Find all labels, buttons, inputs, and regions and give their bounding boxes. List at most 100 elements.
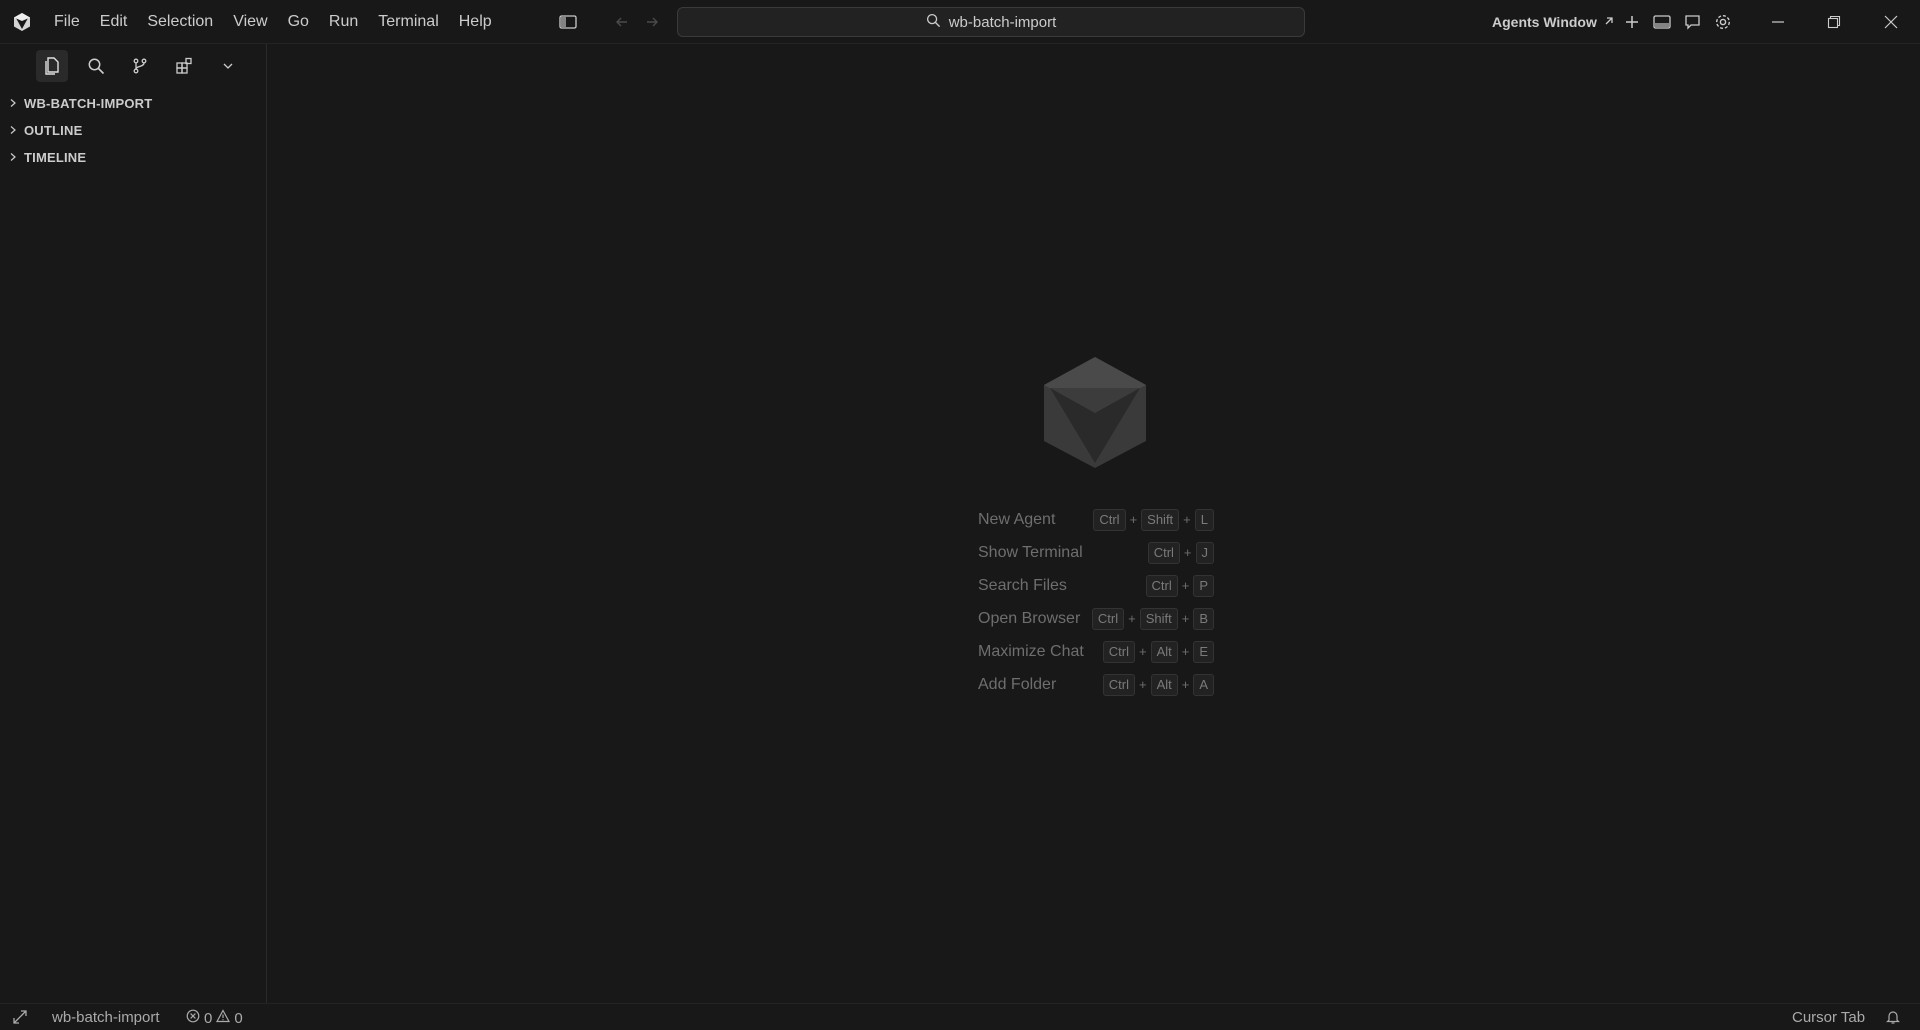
plus-sign: +	[1183, 545, 1192, 560]
restore-icon[interactable]	[1824, 12, 1844, 32]
key: J	[1195, 541, 1214, 564]
status-cursor-tab[interactable]: Cursor Tab	[1792, 1009, 1865, 1026]
section-workspace[interactable]: WB-BATCH-IMPORT	[0, 90, 267, 117]
activity-bar	[0, 44, 267, 88]
title-bar: File Edit Selection View Go Run Terminal…	[0, 0, 1920, 44]
shortcut-list: New Agent Ctrl + Shift + L Show Terminal…	[978, 503, 1214, 701]
back-arrow-icon[interactable]	[612, 12, 632, 32]
source-control-icon[interactable]	[124, 50, 156, 82]
key: Ctrl	[1102, 640, 1135, 663]
section-outline[interactable]: OUTLINE	[0, 117, 267, 144]
sidebar: WB-BATCH-IMPORT OUTLINE TIMELINE	[0, 44, 267, 1003]
key: Ctrl	[1145, 574, 1178, 597]
shortcut-label: New Agent	[978, 510, 1056, 528]
menu-go[interactable]: Go	[278, 0, 319, 44]
key: P	[1193, 574, 1214, 597]
shortcut-keys: Ctrl + Alt + E	[1102, 640, 1214, 663]
key: Ctrl	[1093, 508, 1126, 531]
settings-icon[interactable]	[1713, 12, 1733, 32]
chat-icon[interactable]	[1682, 12, 1702, 32]
shortcut-show-terminal[interactable]: Show Terminal Ctrl + J	[978, 536, 1214, 569]
plus-sign: +	[1183, 512, 1191, 527]
toggle-sidebar-icon[interactable]	[558, 12, 578, 32]
error-count: 0	[204, 1009, 213, 1027]
remote-icon[interactable]	[12, 1009, 28, 1025]
plus-sign: +	[1138, 644, 1147, 659]
key: Alt	[1150, 640, 1178, 663]
search-text: wb-batch-import	[948, 13, 1057, 31]
minimize-icon[interactable]	[1768, 12, 1788, 32]
plus-icon[interactable]	[1622, 12, 1642, 32]
menu-view[interactable]: View	[223, 0, 277, 44]
shortcut-maximize-chat[interactable]: Maximize Chat Ctrl + Alt + E	[978, 635, 1214, 668]
plus-sign: +	[1138, 677, 1147, 692]
plus-sign: +	[1181, 611, 1190, 626]
key: B	[1193, 607, 1214, 630]
shortcut-label: Maximize Chat	[978, 642, 1084, 660]
chevron-right-icon	[8, 123, 18, 138]
section-label: TIMELINE	[24, 150, 87, 165]
section-label: WB-BATCH-IMPORT	[24, 96, 153, 111]
shortcut-label: Search Files	[978, 576, 1067, 594]
plus-sign: +	[1181, 578, 1190, 593]
menu-help[interactable]: Help	[449, 0, 502, 44]
shortcut-label: Add Folder	[978, 675, 1057, 693]
agents-window-button[interactable]: Agents Window	[1492, 0, 1615, 44]
shortcut-keys: Ctrl + Alt + A	[1102, 673, 1214, 696]
cursor-watermark-logo-icon	[1040, 355, 1150, 470]
chevron-down-icon[interactable]	[212, 50, 244, 82]
key: E	[1193, 640, 1214, 663]
status-workspace[interactable]: wb-batch-import	[52, 1009, 160, 1026]
status-bar: wb-batch-import 0 0 Cursor Tab	[0, 1003, 1920, 1030]
section-label: OUTLINE	[24, 123, 83, 138]
shortcut-keys: Ctrl + P	[1145, 574, 1214, 597]
key: A	[1193, 673, 1214, 696]
command-center-search[interactable]: wb-batch-import	[677, 7, 1305, 37]
search-icon	[926, 13, 941, 32]
shortcut-open-browser[interactable]: Open Browser Ctrl + Shift + B	[978, 602, 1214, 635]
status-problems[interactable]: 0 0	[186, 1009, 243, 1027]
plus-sign: +	[1181, 677, 1190, 692]
key: Shift	[1141, 508, 1180, 531]
menu-file[interactable]: File	[44, 0, 90, 44]
key: L	[1194, 508, 1214, 531]
error-icon	[186, 1009, 200, 1027]
shortcut-keys: Ctrl + J	[1147, 541, 1214, 564]
shortcut-label: Show Terminal	[978, 543, 1083, 561]
menu-edit[interactable]: Edit	[90, 0, 138, 44]
close-icon[interactable]	[1881, 12, 1901, 32]
explorer-icon[interactable]	[36, 50, 68, 82]
section-timeline[interactable]: TIMELINE	[0, 144, 267, 171]
sidebar-sections: WB-BATCH-IMPORT OUTLINE TIMELINE	[0, 90, 267, 171]
extensions-icon[interactable]	[168, 50, 200, 82]
search-icon[interactable]	[80, 50, 112, 82]
key: Alt	[1150, 673, 1178, 696]
plus-sign: +	[1128, 611, 1136, 626]
key: Ctrl	[1102, 673, 1135, 696]
shortcut-keys: Ctrl + Shift + B	[1091, 607, 1214, 630]
warning-count: 0	[234, 1009, 243, 1027]
warning-icon	[216, 1009, 231, 1027]
plus-sign: +	[1181, 644, 1190, 659]
plus-sign: +	[1129, 512, 1138, 527]
shortcut-label: Open Browser	[978, 609, 1081, 627]
menu-bar: File Edit Selection View Go Run Terminal…	[44, 0, 502, 44]
forward-arrow-icon[interactable]	[642, 12, 662, 32]
key: Shift	[1139, 607, 1178, 630]
shortcut-add-folder[interactable]: Add Folder Ctrl + Alt + A	[978, 668, 1214, 701]
menu-run[interactable]: Run	[319, 0, 368, 44]
bell-icon[interactable]	[1885, 1009, 1901, 1025]
menu-selection[interactable]: Selection	[137, 0, 223, 44]
shortcut-new-agent[interactable]: New Agent Ctrl + Shift + L	[978, 503, 1214, 536]
agents-window-label: Agents Window	[1492, 14, 1597, 30]
key: Ctrl	[1147, 541, 1180, 564]
cursor-logo-icon[interactable]	[12, 12, 32, 32]
shortcut-keys: Ctrl + Shift + L	[1093, 508, 1214, 531]
panel-toggle-icon[interactable]	[1652, 12, 1672, 32]
chevron-right-icon	[8, 150, 18, 165]
key: Ctrl	[1091, 607, 1125, 630]
external-arrow-icon	[1603, 14, 1615, 30]
menu-terminal[interactable]: Terminal	[368, 0, 448, 44]
chevron-right-icon	[8, 96, 18, 111]
shortcut-search-files[interactable]: Search Files Ctrl + P	[978, 569, 1214, 602]
